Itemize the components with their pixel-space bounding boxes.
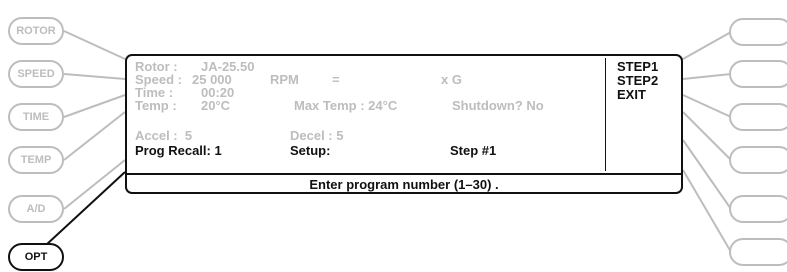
right-softkey-3[interactable]: [729, 103, 787, 131]
connector-speed: [63, 73, 126, 80]
max-temp: Max Temp : 24°C: [294, 98, 398, 113]
right-softkey-5[interactable]: [729, 195, 787, 223]
equals-sign: =: [332, 72, 340, 87]
decel-value: Decel : 5: [290, 128, 344, 143]
right-softkey-2[interactable]: [729, 60, 787, 88]
connector-right-5: [682, 139, 732, 210]
option-exit: EXIT: [617, 87, 646, 102]
speed-button[interactable]: SPEED: [8, 60, 64, 88]
display-screen: Rotor : JA-25.50 Speed : 25 000 RPM = x …: [125, 54, 683, 194]
option-step1: STEP1: [617, 59, 659, 74]
rotor-button[interactable]: ROTOR: [8, 17, 64, 45]
connector-temp: [63, 111, 126, 161]
connector-time: [63, 94, 126, 118]
connector-right-3: [682, 94, 732, 118]
temp-label: Temp :: [135, 98, 177, 113]
connector-right-2: [682, 73, 732, 80]
prog-recall: Prog Recall: 1: [135, 143, 222, 158]
option-step2: STEP2: [617, 73, 659, 88]
xg-label: x G: [441, 72, 462, 87]
prompt-divider: [127, 173, 681, 175]
connector-right-1: [682, 31, 732, 60]
accel-value: Accel : 5: [135, 128, 193, 143]
connector-right-6: [682, 169, 732, 253]
right-softkey-4[interactable]: [729, 146, 787, 174]
temp-value: 20°C: [201, 98, 231, 113]
ad-button[interactable]: A/D: [8, 195, 64, 223]
shutdown-status: Shutdown? No: [452, 98, 544, 113]
setup-label: Setup:: [290, 143, 331, 158]
right-softkey-1[interactable]: [729, 18, 787, 46]
options-divider: [605, 58, 606, 171]
connector-ad: [63, 159, 126, 210]
connector-right-4: [682, 111, 732, 161]
step-number: Step #1: [450, 143, 497, 158]
right-softkey-6[interactable]: [729, 238, 787, 266]
speed-unit: RPM: [270, 72, 299, 87]
opt-button[interactable]: OPT: [8, 243, 64, 271]
time-button[interactable]: TIME: [8, 103, 64, 131]
prompt-text: Enter program number (1–30) .: [309, 177, 499, 192]
temp-button[interactable]: TEMP: [8, 146, 64, 174]
connector-rotor: [63, 30, 126, 60]
